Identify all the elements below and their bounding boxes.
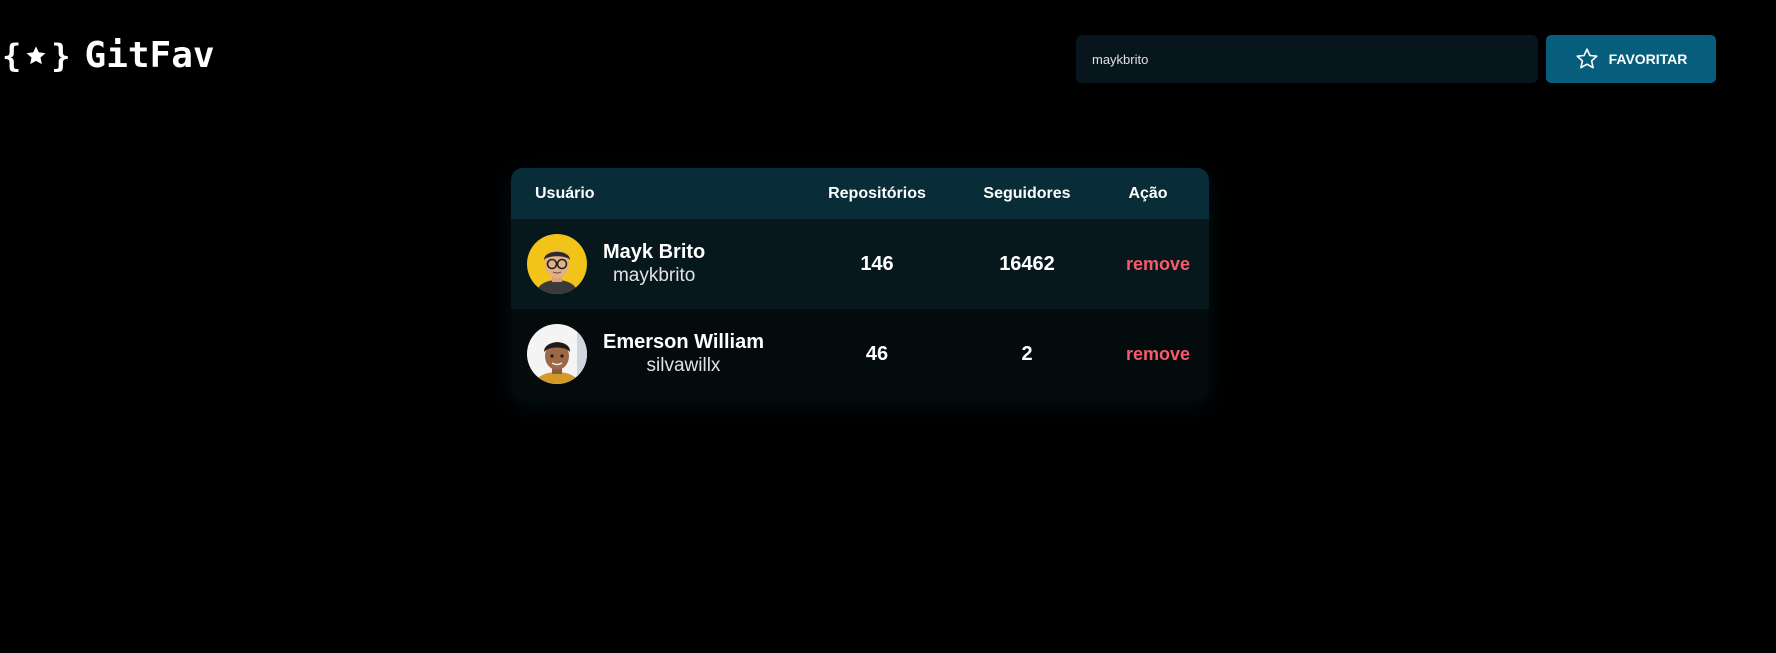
- remove-button[interactable]: remove: [1126, 344, 1190, 365]
- app-logo: { } GitFav: [2, 38, 215, 74]
- repositories-count: 146: [860, 252, 894, 275]
- table-header-row: Usuário Repositórios Seguidores Ação: [511, 168, 1209, 219]
- user-login: maykbrito: [612, 265, 696, 286]
- header-repositories: Repositórios: [828, 184, 926, 202]
- user-name: Mayk Brito: [603, 241, 706, 263]
- avatar[interactable]: [527, 324, 587, 384]
- star-braces-icon: { }: [2, 37, 71, 75]
- favorites-table: Usuário Repositórios Seguidores Ação May…: [511, 168, 1209, 399]
- favorite-button[interactable]: FAVORITAR: [1546, 35, 1716, 83]
- search-input[interactable]: [1092, 51, 1522, 67]
- avatar[interactable]: [527, 234, 587, 294]
- header-action: Ação: [1128, 184, 1168, 202]
- repositories-count: 46: [865, 342, 889, 365]
- search-box[interactable]: [1076, 35, 1538, 83]
- app-title: GitFav: [84, 35, 215, 76]
- table-row: Emerson William silvawillx 46 2 remove: [511, 309, 1209, 399]
- favorite-button-label: FAVORITAR: [1608, 51, 1688, 67]
- header-user: Usuário: [535, 184, 595, 202]
- action-cell: remove: [1087, 219, 1209, 309]
- header-followers: Seguidores: [983, 184, 1071, 202]
- user-cell: Emerson William silvawillx: [511, 309, 787, 399]
- user-name: Emerson William: [603, 331, 764, 353]
- followers-count: 2: [1021, 342, 1033, 365]
- gitfav-page: { } GitFav FAVORITAR Usuário Repositório…: [0, 0, 1776, 653]
- followers-count: 16462: [999, 252, 1055, 275]
- action-cell: remove: [1087, 309, 1209, 399]
- user-login: silvawillx: [646, 355, 721, 376]
- user-cell: Mayk Brito maykbrito: [511, 219, 787, 309]
- table-row: Mayk Brito maykbrito 146 16462 remove: [511, 219, 1209, 309]
- remove-button[interactable]: remove: [1126, 254, 1190, 275]
- star-icon: [1575, 48, 1598, 69]
